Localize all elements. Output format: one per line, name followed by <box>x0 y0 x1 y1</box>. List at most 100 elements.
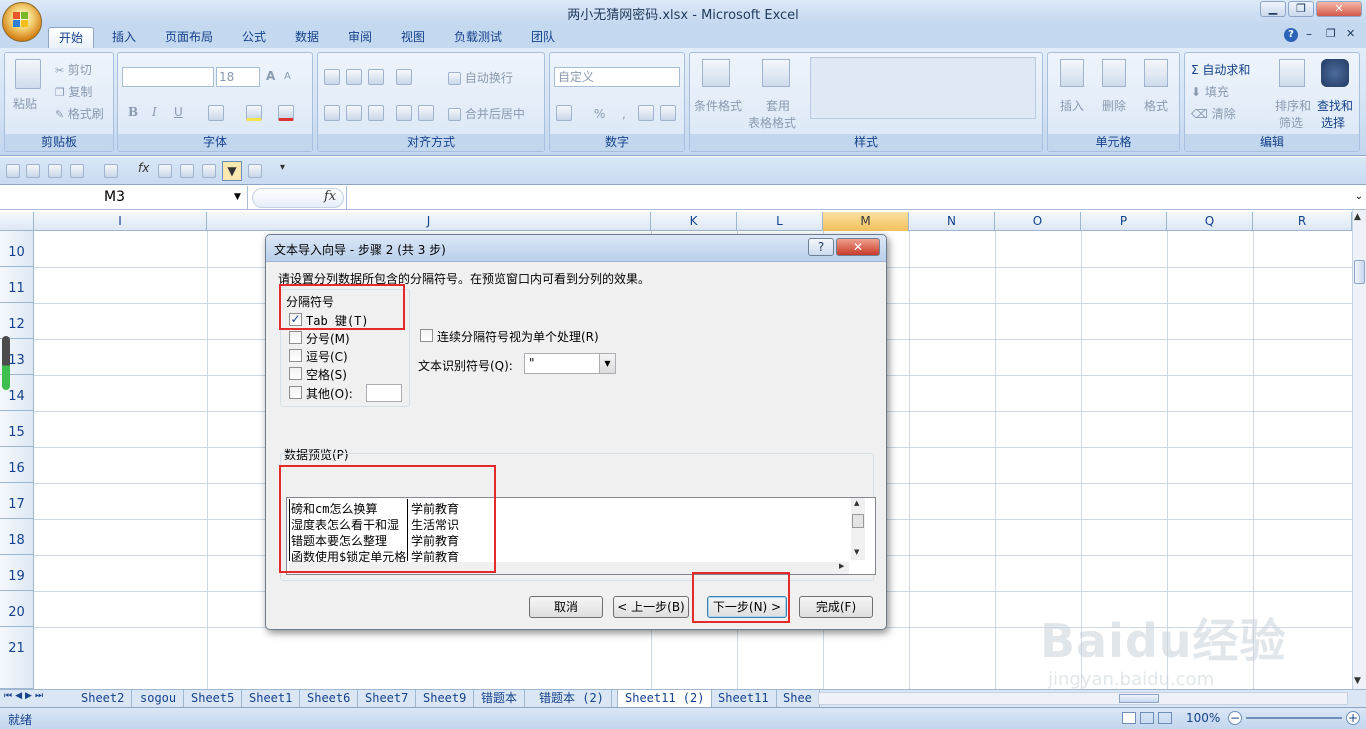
consecutive-checkbox[interactable] <box>420 329 433 342</box>
tab-insert[interactable]: 插入 <box>102 27 146 48</box>
align-middle-icon[interactable] <box>346 69 362 85</box>
filter-icon[interactable]: ▼ <box>222 161 242 181</box>
name-box-dropdown-icon[interactable]: ▼ <box>234 192 241 202</box>
tab-view[interactable]: 视图 <box>391 27 435 48</box>
finish-button[interactable]: 完成(F) <box>799 596 873 618</box>
delete-cells-button[interactable]: 删除 <box>1102 97 1126 114</box>
align-bottom-icon[interactable] <box>368 69 384 85</box>
insert-cells-button[interactable]: 插入 <box>1060 97 1084 114</box>
align-left-icon[interactable] <box>324 105 340 121</box>
maximize-button[interactable]: ❐ <box>1288 1 1314 17</box>
scroll-thumb[interactable] <box>1354 260 1365 284</box>
preview-scroll-down-icon[interactable]: ▼ <box>854 548 859 556</box>
page-layout-view-icon[interactable] <box>1140 712 1154 724</box>
sheet-tab[interactable]: Sheet11 <box>711 690 777 707</box>
sheet-tab[interactable]: Sheet6 <box>300 690 359 707</box>
sheet-nav-arrows-icon[interactable]: ⏮◀▶⏭ <box>4 691 46 701</box>
fill-color-icon[interactable] <box>246 105 262 121</box>
sheet-tab[interactable]: 错题本 <box>474 690 526 707</box>
list-icon[interactable] <box>180 163 194 178</box>
increase-decimal-icon[interactable] <box>638 105 654 121</box>
semicolon-checkbox[interactable] <box>289 331 302 344</box>
text-qualifier-dropdown-icon[interactable]: ▼ <box>599 354 615 373</box>
row-header[interactable]: 10 <box>0 231 34 267</box>
sheet-tab[interactable]: Sheet9 <box>416 690 475 707</box>
preview-vscroll[interactable]: ▲ ▼ <box>851 498 865 560</box>
comma-checkbox-label[interactable]: 逗号(C) <box>306 348 348 365</box>
font-size-select[interactable]: 18 <box>216 67 260 87</box>
sheet-tab[interactable]: sogou <box>133 690 185 707</box>
other-checkbox[interactable] <box>289 386 302 399</box>
page-break-view-icon[interactable] <box>1158 712 1172 724</box>
undo-icon[interactable] <box>70 163 84 178</box>
align-center-icon[interactable] <box>346 105 362 121</box>
row-header[interactable]: 15 <box>0 411 34 447</box>
format-cells-button[interactable]: 格式 <box>1144 97 1168 114</box>
row-header[interactable]: 21 <box>0 627 34 689</box>
row-header[interactable]: 20 <box>0 591 34 627</box>
column-header[interactable]: R <box>1253 212 1352 231</box>
expand-formula-icon[interactable]: ⌄ <box>1352 186 1366 209</box>
tab-team[interactable]: 团队 <box>521 27 565 48</box>
preview-scroll-up-icon[interactable]: ▲ <box>854 499 859 507</box>
sheet-tab[interactable]: Shee <box>776 690 820 707</box>
align-right-icon[interactable] <box>368 105 384 121</box>
comma-button[interactable]: , <box>622 107 626 121</box>
cut-button[interactable]: ✂ 剪切 <box>55 61 92 78</box>
grow-font-button[interactable]: A <box>266 69 275 83</box>
scroll-up-icon[interactable]: ▲ <box>1354 212 1361 222</box>
row-header[interactable]: 16 <box>0 447 34 483</box>
zoom-out-icon[interactable]: − <box>1228 711 1242 725</box>
pen-icon[interactable] <box>104 163 118 178</box>
zoom-in-icon[interactable]: + <box>1346 711 1360 725</box>
column-header[interactable]: J <box>207 212 651 231</box>
shrink-font-button[interactable]: A <box>284 71 291 82</box>
currency-icon[interactable] <box>556 105 572 121</box>
column-header[interactable]: O <box>995 212 1081 231</box>
comma-checkbox[interactable] <box>289 349 302 362</box>
back-button[interactable]: < 上一步(B) <box>613 596 689 618</box>
increase-indent-icon[interactable] <box>418 105 434 121</box>
row-header[interactable]: 12 <box>0 303 34 339</box>
clear-button[interactable]: ⌫ 清除 <box>1191 105 1236 122</box>
column-header[interactable]: P <box>1081 212 1167 231</box>
bold-button[interactable]: B <box>128 105 138 119</box>
vertical-scrollbar[interactable]: ▲ ▼ <box>1352 210 1366 690</box>
align-top-icon[interactable] <box>324 69 340 85</box>
tab-load-test[interactable]: 负载测试 <box>444 27 512 48</box>
sort-filter-button-line1[interactable]: 排序和 <box>1275 97 1311 114</box>
normal-view-icon[interactable] <box>1122 712 1136 724</box>
find-select-button-line1[interactable]: 查找和 <box>1317 97 1353 114</box>
save-icon[interactable] <box>6 163 20 178</box>
row-header[interactable]: 11 <box>0 267 34 303</box>
copy-button[interactable]: ❐ 复制 <box>55 83 92 100</box>
sheet-tab[interactable]: Sheet5 <box>184 690 243 707</box>
insert-function-icon[interactable]: fx <box>324 189 336 204</box>
tab-page-layout[interactable]: 页面布局 <box>155 27 223 48</box>
minimize-button[interactable]: ▁ <box>1260 1 1286 17</box>
row-header[interactable]: 18 <box>0 519 34 555</box>
percent-button[interactable]: % <box>594 107 605 121</box>
font-color-icon[interactable] <box>278 105 294 121</box>
column-header[interactable]: N <box>909 212 995 231</box>
sheet-tab[interactable]: Sheet2 <box>74 690 133 707</box>
consecutive-checkbox-label[interactable]: 连续分隔符号视为单个处理(R) <box>437 328 599 345</box>
customize-qat-icon[interactable]: ▾ <box>280 162 285 173</box>
paste-button[interactable]: 粘贴 <box>13 95 37 112</box>
decrease-decimal-icon[interactable] <box>660 105 676 121</box>
column-header[interactable]: Q <box>1167 212 1253 231</box>
ribbon-close-icon[interactable]: ✕ <box>1346 27 1355 40</box>
fill-button[interactable]: ⬇ 填充 <box>1191 83 1229 100</box>
sheet-tab[interactable]: Sheet1 <box>242 690 301 707</box>
find-select-button-line2[interactable]: 选择 <box>1321 114 1345 131</box>
scroll-down-icon[interactable]: ▼ <box>1354 676 1361 686</box>
print-icon[interactable] <box>48 163 62 178</box>
font-name-select[interactable] <box>122 67 214 87</box>
select-all-corner[interactable] <box>0 212 34 231</box>
number-format-select[interactable]: 自定义 <box>554 67 680 87</box>
merge-center-button[interactable]: 合并后居中 <box>448 105 525 122</box>
autosum-button[interactable]: Σ 自动求和 <box>1191 61 1250 78</box>
close-button[interactable]: ✕ <box>1316 1 1362 17</box>
preview-scroll-right-icon[interactable]: ▶ <box>839 562 844 570</box>
preview-scroll-thumb[interactable] <box>852 514 864 528</box>
